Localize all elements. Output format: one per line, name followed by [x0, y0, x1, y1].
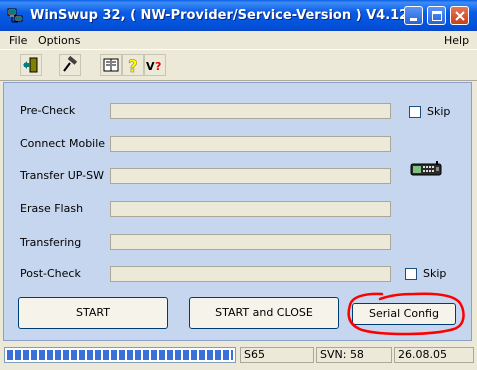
- precheck-progress-field: [110, 103, 391, 119]
- flash-progress-bar: [4, 347, 236, 363]
- status-date: 26.08.05: [394, 347, 474, 363]
- step-label-connect-mobile: Connect Mobile: [20, 137, 106, 150]
- status-bar: S65 SVN: 58 26.08.05: [0, 344, 477, 370]
- skip-postcheck-label: Skip: [423, 267, 447, 280]
- step-label-postcheck: Post-Check: [20, 267, 81, 280]
- version-tool-button[interactable]: V ?: [144, 54, 166, 76]
- progress-fill: [7, 350, 233, 360]
- step-label-precheck: Pre-Check: [20, 104, 76, 117]
- start-button[interactable]: START: [18, 297, 168, 329]
- main-panel: Pre-Check Connect Mobile Transfer UP-SW …: [3, 82, 472, 341]
- transfer-up-sw-progress-field: [110, 168, 391, 184]
- help-question-icon: ?: [128, 57, 138, 78]
- window-title: WinSwup 32, ( NW-Provider/Service-Versio…: [30, 8, 409, 23]
- transfering-progress-field: [110, 234, 391, 250]
- step-label-erase-flash: Erase Flash: [20, 202, 84, 215]
- menu-options[interactable]: Options: [38, 34, 80, 47]
- close-icon: [455, 11, 465, 21]
- skip-precheck-checkbox[interactable]: [409, 106, 421, 118]
- status-svn: SVN: 58: [316, 347, 392, 363]
- help-tool-button[interactable]: ?: [122, 54, 144, 78]
- title-bar[interactable]: WinSwup 32, ( NW-Provider/Service-Versio…: [0, 0, 477, 31]
- version-query-icon: V ?: [146, 60, 161, 73]
- erase-flash-progress-field: [110, 201, 391, 217]
- minimize-button[interactable]: [404, 6, 423, 25]
- start-and-close-button[interactable]: START and CLOSE: [189, 297, 339, 329]
- winswup-window: WinSwup 32, ( NW-Provider/Service-Versio…: [0, 0, 477, 370]
- skip-postcheck-checkbox[interactable]: [405, 268, 417, 280]
- mobile-phone-icon: [410, 161, 442, 176]
- hammer-icon: [63, 55, 78, 72]
- pc-network-icon[interactable]: [6, 7, 24, 25]
- minimize-icon: [410, 18, 417, 21]
- postcheck-progress-field: [110, 266, 391, 282]
- exit-tool-button[interactable]: [20, 54, 42, 76]
- book-tool-button[interactable]: [100, 54, 122, 76]
- serial-config-button[interactable]: Serial Config: [352, 303, 456, 325]
- hammer-tool-button[interactable]: [59, 54, 81, 76]
- status-model: S65: [240, 347, 314, 363]
- svg-text:?: ?: [128, 57, 138, 75]
- connect-mobile-progress-field: [110, 136, 391, 152]
- menu-help[interactable]: Help: [444, 34, 469, 47]
- svg-text:?: ?: [155, 60, 161, 73]
- door-exit-icon: [23, 57, 38, 73]
- menu-bar: File Options Help: [0, 31, 477, 49]
- step-label-transfering: Transfering: [20, 236, 82, 249]
- maximize-icon: [432, 11, 442, 21]
- svg-text:V: V: [146, 60, 155, 73]
- toolbar: ? V ?: [0, 49, 477, 81]
- close-button[interactable]: [450, 6, 469, 25]
- book-icon: [103, 58, 119, 72]
- step-label-transfer-up-sw: Transfer UP-SW: [20, 169, 104, 182]
- skip-precheck-label: Skip: [427, 105, 451, 118]
- maximize-button[interactable]: [427, 6, 446, 25]
- menu-file[interactable]: File: [9, 34, 27, 47]
